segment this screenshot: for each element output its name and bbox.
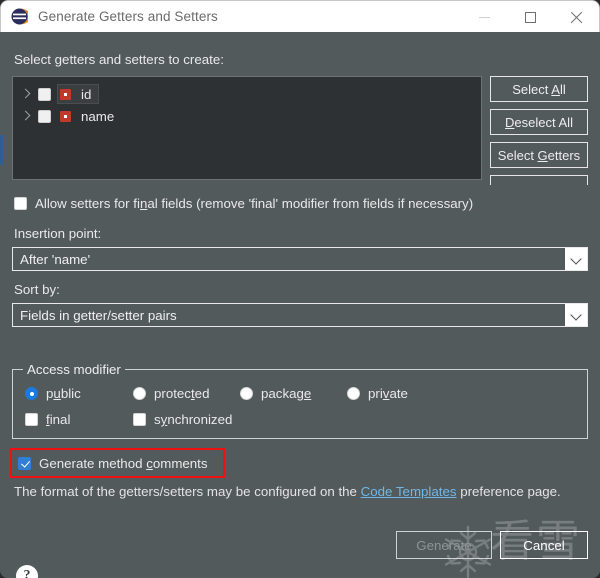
radio-package-mnemonic: e bbox=[304, 386, 311, 401]
maximize-button[interactable] bbox=[507, 1, 553, 33]
field-icon bbox=[60, 89, 71, 100]
chevron-down-icon[interactable] bbox=[565, 304, 587, 326]
access-modifier-group: Access modifier public protected package… bbox=[12, 369, 588, 439]
window-controls bbox=[461, 1, 599, 33]
chevron-right-icon[interactable] bbox=[21, 89, 31, 99]
allow-final-checkbox-row[interactable]: Allow setters for final fields (remove '… bbox=[14, 196, 473, 211]
checkbox-synchronized-indicator[interactable] bbox=[133, 413, 146, 426]
code-templates-link[interactable]: Code Templates bbox=[361, 484, 457, 499]
radio-protected-label: protected bbox=[154, 386, 209, 401]
select-getters-button[interactable]: Select Getters bbox=[490, 142, 588, 168]
allow-final-checkbox[interactable] bbox=[14, 197, 27, 210]
insertion-point-value: After 'name' bbox=[20, 252, 565, 267]
allow-final-text-after: al fields (remove 'final' modifier from … bbox=[147, 196, 473, 211]
close-icon bbox=[570, 11, 583, 24]
cancel-button[interactable]: Cancel bbox=[500, 531, 588, 559]
table-row[interactable]: name bbox=[13, 105, 481, 127]
hint-before: The format of the getters/setters may be… bbox=[14, 484, 361, 499]
maximize-icon bbox=[525, 12, 536, 23]
chevron-right-icon[interactable] bbox=[21, 111, 31, 121]
radio-private-post: ate bbox=[389, 386, 408, 401]
radio-package-pre: packag bbox=[261, 386, 304, 401]
tree-item-label: name bbox=[81, 109, 114, 124]
radio-protected-post: ed bbox=[195, 386, 210, 401]
radio-protected-indicator[interactable] bbox=[133, 387, 146, 400]
checkbox-final[interactable]: final bbox=[25, 412, 70, 427]
radio-public-mnemonic: u bbox=[53, 386, 60, 401]
list-label: Select getters and setters to create: bbox=[14, 52, 224, 67]
access-modifier-title: Access modifier bbox=[23, 362, 125, 377]
close-button[interactable] bbox=[553, 1, 599, 33]
sort-by-value: Fields in getter/setter pairs bbox=[20, 308, 565, 323]
checkbox-final-indicator[interactable] bbox=[25, 413, 38, 426]
select-all-button[interactable]: Select All bbox=[490, 76, 588, 102]
radio-private-indicator[interactable] bbox=[347, 387, 360, 400]
minimize-icon bbox=[479, 17, 490, 18]
insertion-point-label: Insertion point: bbox=[14, 226, 101, 241]
minimize-button[interactable] bbox=[461, 1, 507, 33]
radio-public-indicator[interactable] bbox=[25, 387, 38, 400]
checkbox-synchronized-post: nchronized bbox=[167, 412, 232, 427]
checkbox-synchronized-pre: s bbox=[154, 412, 161, 427]
deselect-all-button[interactable]: Deselect All bbox=[490, 109, 588, 135]
select-getters-label: Select Getters bbox=[498, 148, 580, 163]
radio-protected-pre: protec bbox=[154, 386, 191, 401]
checkbox-synchronized[interactable]: synchronized bbox=[133, 412, 232, 427]
checkbox-synchronized-label: synchronized bbox=[154, 412, 232, 427]
tree-item-checkbox[interactable] bbox=[38, 88, 51, 101]
fields-tree[interactable]: id name bbox=[12, 76, 482, 180]
radio-package-indicator[interactable] bbox=[240, 387, 253, 400]
sort-by-label: Sort by: bbox=[14, 282, 60, 297]
hint-after: preference page. bbox=[457, 484, 561, 499]
deselect-all-label: Deselect All bbox=[505, 115, 573, 130]
radio-private-label: private bbox=[368, 386, 408, 401]
sort-by-combo[interactable]: Fields in getter/setter pairs bbox=[12, 303, 588, 327]
table-row[interactable]: id bbox=[13, 83, 481, 105]
radio-package-label: package bbox=[261, 386, 311, 401]
generate-button-label: Generate bbox=[416, 538, 471, 553]
dialog-body: Select getters and setters to create: id… bbox=[0, 32, 600, 578]
select-all-label: Select All bbox=[512, 82, 565, 97]
tree-item-checkbox[interactable] bbox=[38, 110, 51, 123]
chevron-down-icon[interactable] bbox=[565, 248, 587, 270]
select-setters-button-clipped[interactable] bbox=[490, 175, 588, 185]
window-title: Generate Getters and Setters bbox=[38, 9, 218, 24]
radio-public[interactable]: public bbox=[25, 386, 81, 401]
generate-getters-setters-dialog: Generate Getters and Setters Select gett… bbox=[0, 0, 600, 578]
radio-public-label: public bbox=[46, 386, 81, 401]
generate-button[interactable]: Generate bbox=[396, 531, 492, 559]
window-edge-accent bbox=[0, 135, 3, 165]
radio-private[interactable]: private bbox=[347, 386, 408, 401]
generate-comments-checkbox-row[interactable]: Generate method comments bbox=[18, 456, 208, 471]
generate-comments-checkbox[interactable] bbox=[18, 457, 31, 470]
generate-comments-pre: Generate method bbox=[39, 456, 146, 471]
radio-package[interactable]: package bbox=[240, 386, 311, 401]
cancel-button-label: Cancel bbox=[523, 538, 564, 553]
generate-comments-mnemonic: c bbox=[146, 456, 153, 471]
eclipse-icon bbox=[11, 8, 28, 25]
radio-public-post: blic bbox=[61, 386, 81, 401]
tree-item-label: id bbox=[81, 87, 91, 102]
format-hint: The format of the getters/setters may be… bbox=[14, 484, 561, 499]
help-icon[interactable]: ? bbox=[16, 565, 38, 578]
radio-protected[interactable]: protected bbox=[133, 386, 209, 401]
allow-final-text-before: Allow setters for fi bbox=[35, 196, 140, 211]
checkbox-final-label: final bbox=[46, 412, 70, 427]
allow-final-label: Allow setters for final fields (remove '… bbox=[35, 196, 473, 211]
radio-private-pre: pri bbox=[368, 386, 383, 401]
field-icon bbox=[60, 111, 71, 122]
generate-comments-post: omments bbox=[153, 456, 208, 471]
insertion-point-combo[interactable]: After 'name' bbox=[12, 247, 588, 271]
generate-comments-label: Generate method comments bbox=[39, 456, 208, 471]
title-bar[interactable]: Generate Getters and Setters bbox=[0, 0, 600, 32]
checkbox-final-post: inal bbox=[50, 412, 71, 427]
